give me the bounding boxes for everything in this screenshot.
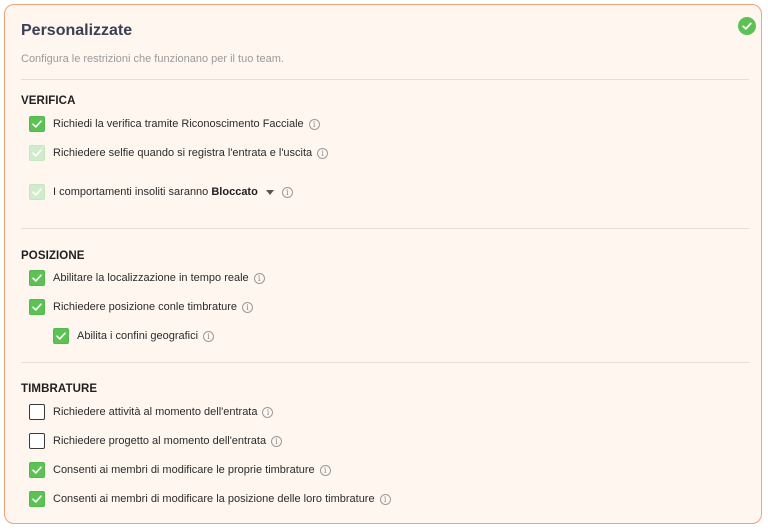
option-label: Richiedi la verifica tramite Riconoscime… bbox=[53, 118, 304, 130]
face-recognition-checkbox[interactable] bbox=[29, 116, 45, 132]
option-realtime-location: Abilitare la localizzazione in tempo rea… bbox=[29, 269, 265, 287]
option-project-on-clock-in: Richiedere progetto al momento dell'entr… bbox=[29, 432, 283, 450]
info-icon[interactable]: i bbox=[317, 147, 329, 159]
option-face-recognition: Richiedi la verifica tramite Riconoscime… bbox=[29, 115, 320, 133]
activity-on-clock-in-checkbox[interactable] bbox=[29, 404, 45, 420]
info-icon[interactable]: i bbox=[262, 406, 274, 418]
caret-down-icon[interactable] bbox=[265, 189, 274, 195]
option-activity-on-clock-in: Richiedere attività al momento dell'entr… bbox=[29, 403, 274, 421]
option-selfie: Richiedere selfie quando si registra l'e… bbox=[29, 144, 329, 162]
section-title-verifica: VERIFICA bbox=[21, 95, 76, 107]
option-label: Consenti ai membri di modificare le prop… bbox=[53, 464, 315, 476]
option-location-with-punches: Richiedere posizione conle timbrature i bbox=[29, 298, 254, 316]
selfie-checkbox[interactable] bbox=[29, 145, 45, 161]
info-icon[interactable]: i bbox=[379, 493, 391, 505]
info-icon[interactable]: i bbox=[308, 118, 320, 130]
info-icon[interactable]: i bbox=[242, 301, 254, 313]
restrictions-card: Personalizzate Configura le restrizioni … bbox=[4, 4, 762, 524]
section-title-posizione: POSIZIONE bbox=[21, 250, 85, 262]
unusual-behaviour-prefix: I comportamenti insoliti saranno bbox=[53, 186, 209, 198]
location-with-punches-checkbox[interactable] bbox=[29, 299, 45, 315]
option-label: Richiedere progetto al momento dell'entr… bbox=[53, 435, 267, 447]
option-label: Richiedere attività al momento dell'entr… bbox=[53, 406, 258, 418]
option-geofences: Abilita i confini geografici i bbox=[53, 327, 215, 345]
edit-punch-location-checkbox[interactable] bbox=[29, 491, 45, 507]
option-label: Richiedere selfie quando si registra l'e… bbox=[53, 147, 313, 159]
info-icon[interactable]: i bbox=[253, 272, 265, 284]
option-label: Richiedere posizione conle timbrature bbox=[53, 301, 238, 313]
divider bbox=[21, 228, 749, 229]
option-unusual-behaviour: I comportamenti insoliti saranno Bloccat… bbox=[29, 183, 293, 201]
option-edit-own-punches: Consenti ai membri di modificare le prop… bbox=[29, 461, 331, 479]
check-circle-icon bbox=[738, 17, 756, 35]
card-subtitle: Configura le restrizioni che funzionano … bbox=[21, 53, 284, 65]
divider bbox=[21, 362, 749, 363]
info-icon[interactable]: i bbox=[319, 464, 331, 476]
realtime-location-checkbox[interactable] bbox=[29, 270, 45, 286]
geofences-checkbox[interactable] bbox=[53, 328, 69, 344]
info-icon[interactable]: i bbox=[271, 435, 283, 447]
edit-own-punches-checkbox[interactable] bbox=[29, 462, 45, 478]
project-on-clock-in-checkbox[interactable] bbox=[29, 433, 45, 449]
option-edit-punch-location: Consenti ai membri di modificare la posi… bbox=[29, 490, 391, 508]
card-title: Personalizzate bbox=[21, 22, 133, 39]
unusual-behaviour-checkbox[interactable] bbox=[29, 184, 45, 200]
option-label: I comportamenti insoliti saranno Bloccat… bbox=[53, 186, 258, 198]
option-label: Abilita i confini geografici bbox=[77, 330, 199, 342]
info-icon[interactable]: i bbox=[281, 186, 293, 198]
unusual-behaviour-value[interactable]: Bloccato bbox=[211, 186, 257, 198]
info-icon[interactable]: i bbox=[203, 330, 215, 342]
divider bbox=[21, 79, 749, 80]
section-title-timbrature: TIMBRATURE bbox=[21, 383, 98, 395]
option-label: Consenti ai membri di modificare la posi… bbox=[53, 493, 375, 505]
option-label: Abilitare la localizzazione in tempo rea… bbox=[53, 272, 249, 284]
